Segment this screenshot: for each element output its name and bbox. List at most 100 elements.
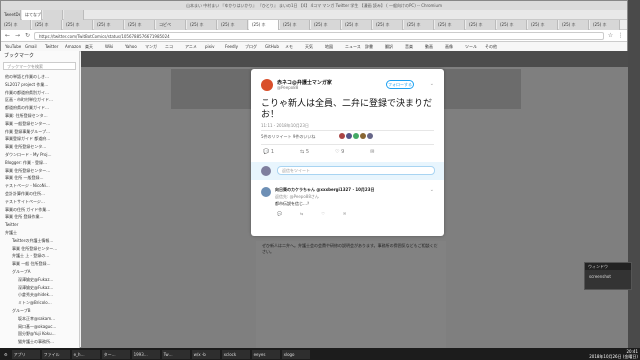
forward-icon[interactable]: →: [14, 32, 21, 39]
browser-tab[interactable]: (25) ホ: [404, 20, 434, 30]
browser-tab[interactable]: (25) ホ: [466, 20, 496, 30]
browser-tab[interactable]: (25) ホ: [373, 20, 403, 30]
bookmark-search-input[interactable]: ブックマークを検索: [3, 62, 76, 70]
bookmark-list-item[interactable]: テストページ - NicoNi…: [0, 182, 79, 190]
browser-tab[interactable]: [64, 10, 84, 20]
taskbar-window-button[interactable]: eeyes: [251, 349, 280, 359]
bookmark-list-item[interactable]: Twitterの弁護士情報…: [0, 237, 79, 245]
start-menu-icon[interactable]: ⚙: [2, 350, 10, 359]
bookmark-list-item[interactable]: 事業 一般 住所登録…: [0, 260, 79, 268]
browser-tab[interactable]: コピペ: [156, 20, 186, 30]
bookmark-list-item[interactable]: グループB: [0, 307, 79, 315]
bookmark-list-item[interactable]: Twitter: [0, 221, 79, 229]
bookmark-list-item[interactable]: 事業 一般登録センター…: [0, 120, 79, 128]
bookmark-list-item[interactable]: ミトン@Bricolo…: [0, 299, 79, 307]
taskbar-window-button[interactable]: Tw…: [161, 349, 190, 359]
menu-icon[interactable]: ⋮: [617, 32, 624, 39]
taskbar-window-button[interactable]: xclock: [221, 349, 250, 359]
chevron-down-icon[interactable]: ⌄: [430, 187, 434, 193]
browser-tab[interactable]: (25) ホ: [94, 20, 124, 30]
browser-tab[interactable]: はてなブッ…: [22, 10, 42, 20]
bookmark-list-item[interactable]: 会計計算作業の住所…: [0, 190, 79, 198]
bookmark-list-item[interactable]: 岡口基一@okaguc…: [0, 323, 79, 331]
bookmark-list-item[interactable]: 都道府県の作業ガイド…: [0, 104, 79, 112]
bookmark-list-item[interactable]: 事業 住所登録センタ…: [0, 143, 79, 151]
reply-input[interactable]: 返信をツイート: [277, 166, 435, 175]
browser-tab[interactable]: [43, 10, 63, 20]
follow-button[interactable]: フォローする: [386, 80, 414, 89]
address-bar[interactable]: https://twitter.com/TwitBotComics/status…: [34, 31, 604, 40]
taskbar-window-button[interactable]: 1993…: [131, 349, 160, 359]
bookmark-list-item[interactable]: グループA: [0, 268, 79, 276]
reload-icon[interactable]: ↻: [24, 32, 31, 39]
bookmark-list-item[interactable]: 事業登録ガイド 都道府…: [0, 135, 79, 143]
bookmark-list-item[interactable]: 事業 住所 一般登録…: [0, 174, 79, 182]
clock[interactable]: 20:41 2018年10月26日 (金曜日): [589, 349, 638, 359]
mail-icon[interactable]: ✉: [343, 211, 346, 216]
taskbar-window-button[interactable]: ファイル: [41, 349, 70, 359]
retweet-icon[interactable]: ⇆: [300, 211, 303, 216]
avatar[interactable]: [261, 187, 271, 197]
browser-tab[interactable]: (25) ホ: [311, 20, 341, 30]
like-button[interactable]: ♡ 9: [335, 149, 344, 155]
taskbar-window-button[interactable]: e_h…: [71, 349, 100, 359]
bookmark-list-item[interactable]: 事業 住所 登録作業…: [0, 213, 79, 221]
avatar[interactable]: [261, 79, 273, 91]
browser-tab[interactable]: (25) ホ: [218, 20, 248, 30]
star-icon[interactable]: ☆: [607, 32, 614, 39]
bookmark-list-item[interactable]: 区画・市町村単位ガイド…: [0, 96, 79, 104]
browser-tab[interactable]: (25) ホ: [187, 20, 217, 30]
bookmark-list-item[interactable]: 弁護士 上 - 登録の…: [0, 252, 79, 260]
chevron-down-icon[interactable]: ⌄: [430, 81, 434, 87]
avatar[interactable]: [360, 133, 366, 139]
browser-tab[interactable]: (25) ホ: [32, 20, 62, 30]
browser-tab[interactable]: (25) ホ: [590, 20, 620, 30]
bookmark-list-item[interactable]: 作業 登録事業グループ…: [0, 128, 79, 136]
bookmark-list-item[interactable]: 作業の都道府県別ガイ…: [0, 89, 79, 97]
reply-icon[interactable]: 💬: [277, 211, 282, 216]
bookmark-list-item[interactable]: 事業 住所登録センター…: [0, 245, 79, 253]
taskbar-window-button[interactable]: xlogo: [281, 349, 310, 359]
browser-tab[interactable]: (25) ホ: [1, 20, 31, 30]
bookmark-list-item[interactable]: 弁護士: [0, 229, 79, 237]
reply-author[interactable]: 向日葵のカケラちゃん @xxxbergi1327 · 10月23日: [275, 187, 375, 193]
browser-tab[interactable]: (25) ホ: [528, 20, 558, 30]
avatar[interactable]: [339, 133, 345, 139]
tweet-timestamp[interactable]: 11:11 - 2018年10月23日: [261, 123, 309, 129]
heart-icon[interactable]: ♡: [321, 211, 325, 216]
browser-tab[interactable]: (25) ホ: [125, 20, 155, 30]
bookmark-list-item[interactable]: 国分野@Yuji Koku…: [0, 330, 79, 338]
retweet-button[interactable]: ⇆ 5: [300, 149, 309, 155]
avatar[interactable]: [367, 133, 373, 139]
browser-tab[interactable]: TweetDeck: [1, 10, 21, 20]
browser-tab[interactable]: (25) ホ: [280, 20, 310, 30]
avatar[interactable]: [353, 133, 359, 139]
bookmark-list-item[interactable]: 坂本正幸@sakam…: [0, 315, 79, 323]
browser-tab[interactable]: (25) ホ: [497, 20, 527, 30]
bookmark-list-item[interactable]: ダウンロード - My Proj…: [0, 151, 79, 159]
bookmark-list-item[interactable]: 事業の住所 ガイド作業…: [0, 206, 79, 214]
bookmark-list-item[interactable]: SL2017 project 作業…: [0, 81, 79, 89]
bookmark-list-item[interactable]: 深澤諭史@Fukaz…: [0, 284, 79, 292]
dm-button[interactable]: ✉: [370, 149, 374, 155]
browser-tab[interactable]: (25) ホ: [435, 20, 465, 30]
bookmark-list-item[interactable]: 事業: 住所登録センタ…: [0, 112, 79, 120]
browser-tab[interactable]: (25) ホ: [249, 20, 279, 30]
bookmark-list-item[interactable]: 深澤諭史@Fukaz…: [0, 276, 79, 284]
bookmark-list-item[interactable]: 他の単語と作業のしき…: [0, 73, 79, 81]
taskbar-window-button[interactable]: ター…: [101, 349, 130, 359]
reply-button[interactable]: 💬 1: [263, 149, 274, 155]
browser-tab[interactable]: (25) ホ: [63, 20, 93, 30]
taskbar-window-button[interactable]: アプリ: [11, 349, 40, 359]
taskbar-window-button[interactable]: w/x -b: [191, 349, 220, 359]
reply-to[interactable]: 返信先: @Peepo88さん: [275, 194, 319, 200]
bookmark-list-item[interactable]: Blogger: 作業 - 登録…: [0, 159, 79, 167]
avatar[interactable]: [346, 133, 352, 139]
bookmark-list-item[interactable]: 小倉秀夫@hidek…: [0, 291, 79, 299]
back-icon[interactable]: ←: [4, 32, 11, 39]
browser-tab[interactable]: (25) ホ: [559, 20, 589, 30]
browser-tab[interactable]: (25) ホ: [342, 20, 372, 30]
bookmark-list-item[interactable]: 猫弁護士の事務所…: [0, 338, 79, 346]
bookmark-list-item[interactable]: テストサイトページ…: [0, 198, 79, 206]
popup-title[interactable]: ウィンドウ: [585, 263, 631, 270]
